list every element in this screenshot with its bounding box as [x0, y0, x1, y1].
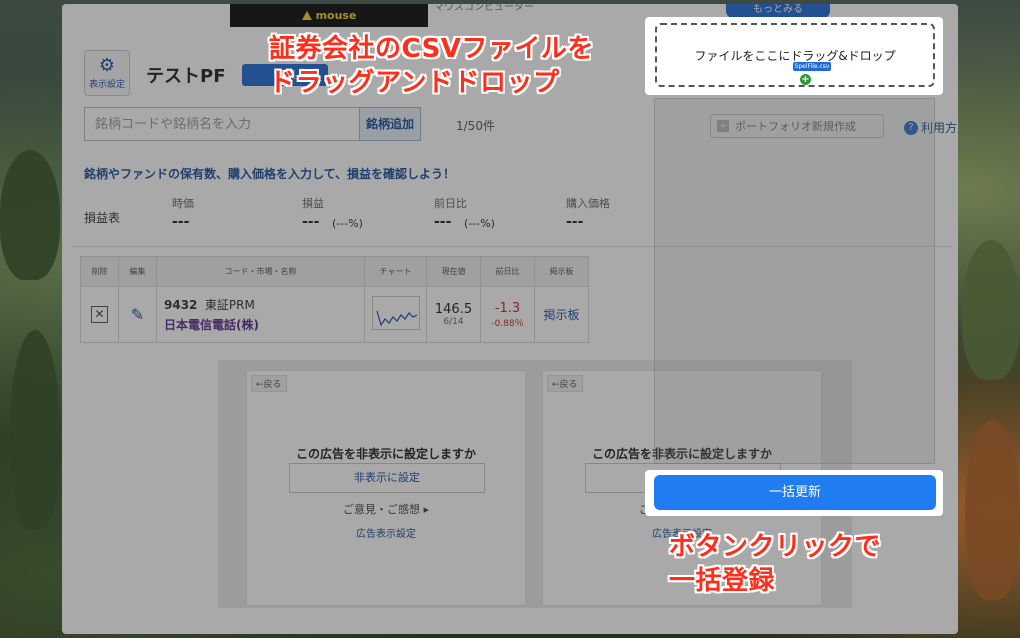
ad-hide-question: この広告を非表示に設定しますか	[295, 447, 476, 461]
banner-subtext: マウスコンピューター	[434, 4, 534, 13]
board-cell: 掲示板	[534, 286, 589, 343]
edit-cell: ✎	[118, 286, 157, 343]
change-cell: -1.3 -0.88％	[480, 286, 535, 343]
message-board-link[interactable]: 掲示板	[543, 308, 579, 322]
price-cell: 146.5 6/14	[426, 286, 481, 343]
ad-feedback-link[interactable]: ご意見・ご感想 ▸	[247, 501, 525, 517]
column-header: 掲示板	[534, 256, 589, 287]
column-header: コード・市場・名称	[156, 256, 365, 287]
ad-hide-button[interactable]: 非表示に設定	[289, 463, 485, 493]
stock-count: 1/50件	[456, 119, 495, 133]
ad-back-button[interactable]: ←戻る	[547, 375, 583, 392]
caption-bulk-register: ボタンクリックで 一括登録	[669, 530, 881, 598]
stock-name-link[interactable]: 日本電信電話(株)	[164, 316, 363, 333]
copy-plus-icon: +	[800, 74, 811, 85]
dropzone-label: ファイルをここにドラッグ&ドロップ	[694, 48, 896, 63]
price-date: 6/14	[443, 317, 464, 327]
brand-logo-icon	[301, 11, 312, 20]
caption-line: ドラッグアンドドロップ	[269, 68, 560, 98]
wallpaper-tree	[962, 240, 1020, 380]
brand-name: mouse	[315, 9, 357, 22]
stock-market: 東証PRM	[204, 298, 255, 312]
dragged-file: SpelFile.csv	[793, 62, 831, 71]
stock-search-input[interactable]	[84, 107, 360, 141]
column-header: チャート	[364, 256, 427, 287]
column-header: 編集	[118, 256, 157, 287]
pencil-icon[interactable]: ✎	[131, 305, 144, 324]
ad-back-button[interactable]: ←戻る	[251, 375, 287, 392]
pl-column-label: 購入価格	[566, 197, 610, 210]
caption-line: ボタンクリックで	[669, 532, 882, 562]
sparkline	[375, 310, 417, 326]
pl-column-value: ---	[434, 214, 452, 230]
stock-info-cell: 9432 東証PRM 日本電信電話(株)	[156, 286, 365, 343]
display-settings-label: 表示設定	[88, 79, 125, 90]
caption-drag-drop: 証券会社のCSVファイルを ドラッグアンドドロップ	[269, 32, 594, 100]
add-stock-button[interactable]: 銘柄追加	[359, 107, 421, 141]
mini-chart[interactable]	[371, 295, 420, 330]
pl-prompt-text: 銘柄やファンドの保有数、購入価格を入力して、損益を確認しよう！	[84, 167, 456, 181]
extension-panel	[654, 98, 935, 464]
pl-column-label: 前日比	[434, 197, 467, 210]
bulk-update-button[interactable]: 一括更新	[654, 475, 936, 510]
caption-line: 一括登録	[669, 566, 776, 596]
ad-settings-link[interactable]: 広告表示設定	[247, 525, 525, 540]
wallpaper-tree	[965, 420, 1020, 600]
table-row: ✕ ✎ 9432 東証PRM 日本電信電話(株) 146.5 6/14 -1.3…	[80, 286, 589, 343]
portfolio-name: テストPF	[146, 66, 226, 87]
pl-column-label: 時価	[172, 197, 194, 210]
table-header-row: 削除 編集 コード・市場・名称 チャート 現在値 前日比 掲示板	[80, 256, 589, 287]
price-change-percent: -0.88％	[491, 318, 524, 329]
close-icon[interactable]: ✕	[91, 306, 108, 323]
pl-column-percent: (---%)	[464, 217, 495, 230]
pl-column-label: 損益	[302, 197, 324, 210]
display-settings-button[interactable]: ⚙ 表示設定	[84, 50, 130, 96]
pl-column-value: ---	[566, 214, 584, 230]
pl-column-value: ---	[172, 214, 190, 230]
chart-cell	[364, 286, 427, 343]
gear-icon: ⚙	[98, 54, 116, 76]
column-header: 現在値	[426, 256, 481, 287]
column-header: 前日比	[480, 256, 535, 287]
wallpaper-tree	[10, 330, 60, 530]
ad-panel: ←戻る この広告を非表示に設定しますか 非表示に設定 ご意見・ご感想 ▸ 広告表…	[246, 370, 526, 606]
delete-cell: ✕	[80, 286, 119, 343]
pl-column-value: ---	[302, 214, 320, 230]
caption-line: 証券会社のCSVファイルを	[269, 34, 594, 64]
wallpaper-tree	[0, 150, 60, 280]
stock-code: 9432	[164, 298, 198, 312]
pl-table-label: 損益表	[84, 211, 121, 225]
price-change: -1.3	[494, 300, 521, 316]
csv-dropzone[interactable]: ファイルをここにドラッグ&ドロップ	[655, 23, 935, 87]
pl-column-percent: (---%)	[332, 217, 363, 230]
column-header: 削除	[80, 256, 119, 287]
holdings-table: 削除 編集 コード・市場・名称 チャート 現在値 前日比 掲示板 ✕ ✎ 943…	[80, 256, 589, 343]
more-button[interactable]: もっとみる	[726, 4, 830, 18]
sparkline-line	[375, 310, 417, 326]
ad-banner[interactable]: mouse	[230, 4, 428, 27]
current-price: 146.5	[434, 302, 473, 317]
